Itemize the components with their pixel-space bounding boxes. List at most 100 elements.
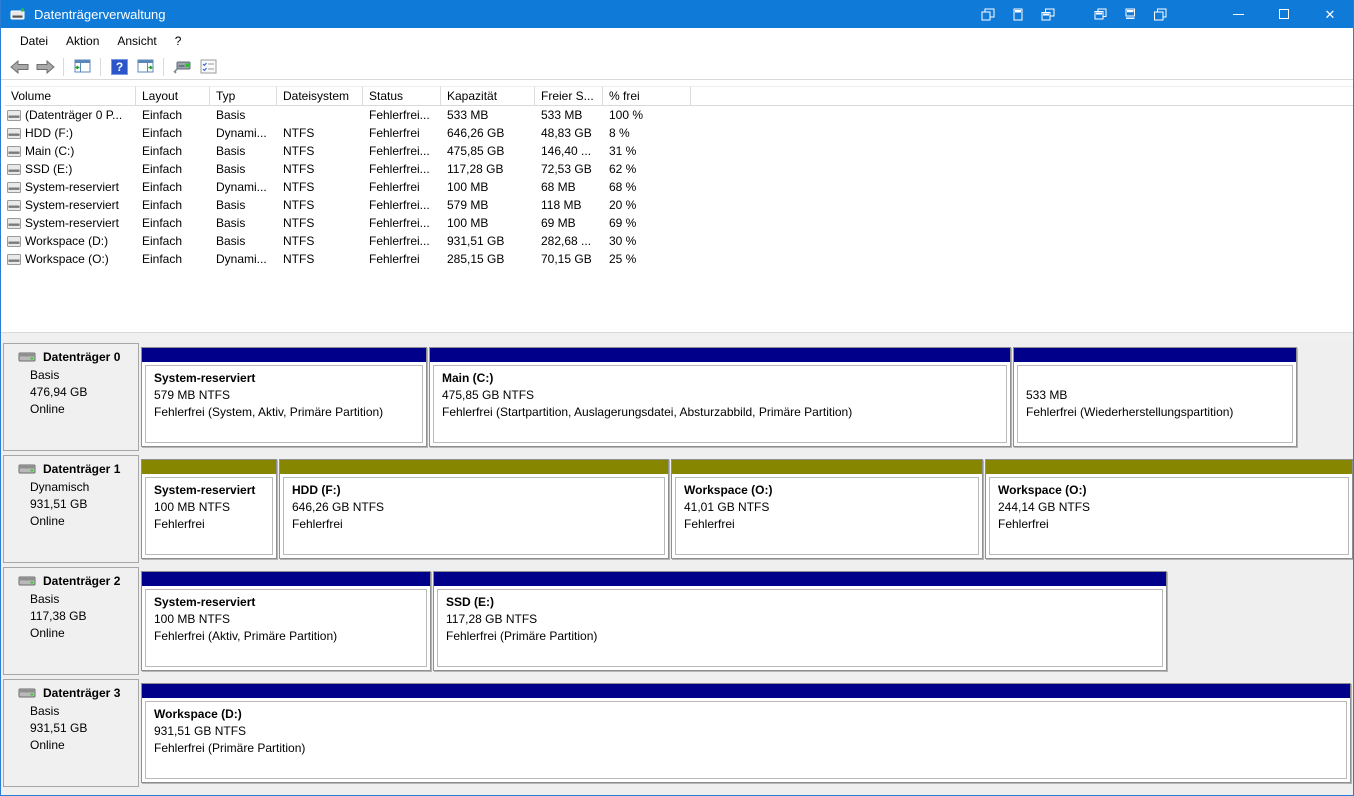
partition-system-reserviert[interactable]: System-reserviert 579 MB NTFS Fehlerfrei… bbox=[141, 347, 427, 447]
mmc-tile-horizontal-icon[interactable] bbox=[1033, 0, 1063, 28]
cell-typ: Dynami... bbox=[216, 252, 267, 266]
properties-icon[interactable] bbox=[170, 56, 194, 78]
cell-layout: Einfach bbox=[142, 198, 183, 212]
table-row[interactable]: Main (C:) Einfach Basis NTFS Fehlerfrei.… bbox=[5, 142, 1353, 160]
cell-volume: System-reserviert bbox=[25, 216, 120, 230]
partition-workspace-o-2[interactable]: Workspace (O:) 244,14 GB NTFS Fehlerfrei bbox=[985, 459, 1353, 559]
partition-workspace-d[interactable]: Workspace (D:) 931,51 GB NTFS Fehlerfrei… bbox=[141, 683, 1351, 783]
partition-color-bar bbox=[142, 572, 430, 586]
volume-icon bbox=[7, 127, 21, 139]
cell-status: Fehlerfrei bbox=[369, 126, 420, 140]
partition-color-bar bbox=[1014, 348, 1296, 362]
cell-dateisystem: NTFS bbox=[283, 198, 315, 212]
partition-color-bar bbox=[142, 348, 426, 362]
table-row[interactable]: Workspace (D:) Einfach Basis NTFS Fehler… bbox=[5, 232, 1353, 250]
disk-0-info[interactable]: Datenträger 0 Basis 476,94 GB Online bbox=[3, 343, 139, 451]
cell-status: Fehlerfrei... bbox=[369, 234, 430, 248]
cell-frei-pct: 25 % bbox=[609, 252, 637, 266]
table-row[interactable]: System-reserviert Einfach Dynami... NTFS… bbox=[5, 178, 1353, 196]
cell-layout: Einfach bbox=[142, 126, 183, 140]
partition-color-bar bbox=[142, 684, 1350, 698]
table-row[interactable]: (Datenträger 0 P... Einfach Basis Fehler… bbox=[5, 106, 1353, 124]
column-header-freier-speicher[interactable]: Freier S... bbox=[535, 86, 603, 105]
table-row[interactable]: Workspace (O:) Einfach Dynami... NTFS Fe… bbox=[5, 250, 1353, 268]
cell-frei-pct: 20 % bbox=[609, 198, 637, 212]
partition-main-c[interactable]: Main (C:) 475,85 GB NTFS Fehlerfrei (Sta… bbox=[429, 347, 1011, 447]
disk-row-3: Datenträger 3 Basis 931,51 GB Online Wor… bbox=[3, 679, 1353, 787]
cell-dateisystem: NTFS bbox=[283, 162, 315, 176]
cell-typ: Basis bbox=[216, 216, 246, 230]
column-header-layout[interactable]: Layout bbox=[136, 86, 210, 105]
partition-system-reserviert[interactable]: System-reserviert 100 MB NTFS Fehlerfrei bbox=[141, 459, 277, 559]
table-row[interactable]: System-reserviert Einfach Basis NTFS Feh… bbox=[5, 196, 1353, 214]
cell-kapazitaet: 285,15 GB bbox=[447, 252, 505, 266]
partition-system-reserviert[interactable]: System-reserviert 100 MB NTFS Fehlerfrei… bbox=[141, 571, 431, 671]
minimize-button[interactable] bbox=[1215, 0, 1261, 28]
mmc-minimize-windows-icon[interactable] bbox=[1115, 0, 1145, 28]
cell-layout: Einfach bbox=[142, 252, 183, 266]
mmc-cascade-icon[interactable] bbox=[973, 0, 1003, 28]
disk-3-info[interactable]: Datenträger 3 Basis 931,51 GB Online bbox=[3, 679, 139, 787]
disk-name: Datenträger 1 bbox=[43, 462, 121, 476]
cell-dateisystem: NTFS bbox=[283, 252, 315, 266]
table-row[interactable]: System-reserviert Einfach Basis NTFS Feh… bbox=[5, 214, 1353, 232]
disk-type: Basis bbox=[30, 368, 60, 382]
menu-hilfe[interactable]: ? bbox=[166, 30, 191, 52]
table-row[interactable]: HDD (F:) Einfach Dynami... NTFS Fehlerfr… bbox=[5, 124, 1353, 142]
menu-datei[interactable]: Datei bbox=[11, 30, 57, 52]
menu-aktion[interactable]: Aktion bbox=[57, 30, 108, 52]
disk-1-info[interactable]: Datenträger 1 Dynamisch 931,51 GB Online bbox=[3, 455, 139, 563]
cell-kapazitaet: 533 MB bbox=[447, 108, 489, 122]
cell-typ: Basis bbox=[216, 108, 246, 122]
column-header-dateisystem[interactable]: Dateisystem bbox=[277, 86, 363, 105]
mmc-tile-vertical-icon[interactable] bbox=[1003, 0, 1033, 28]
menu-ansicht[interactable]: Ansicht bbox=[108, 30, 165, 52]
cell-status: Fehlerfrei... bbox=[369, 144, 430, 158]
cell-typ: Basis bbox=[216, 144, 246, 158]
mmc-new-window-icon[interactable] bbox=[1145, 0, 1175, 28]
cell-layout: Einfach bbox=[142, 180, 183, 194]
volume-table-header: Volume Layout Typ Dateisystem Status Kap… bbox=[5, 86, 1353, 106]
maximize-button[interactable] bbox=[1261, 0, 1307, 28]
action-pane-icon[interactable] bbox=[133, 56, 157, 78]
disk-icon bbox=[18, 688, 36, 698]
cell-frei-pct: 68 % bbox=[609, 180, 637, 194]
checklist-icon[interactable] bbox=[196, 56, 220, 78]
partition-ssd-e[interactable]: SSD (E:) 117,28 GB NTFS Fehlerfrei (Prim… bbox=[433, 571, 1167, 671]
column-header-status[interactable]: Status bbox=[363, 86, 441, 105]
column-header-typ[interactable]: Typ bbox=[210, 86, 277, 105]
svg-text:?: ? bbox=[115, 60, 122, 74]
cell-layout: Einfach bbox=[142, 144, 183, 158]
cell-status: Fehlerfrei... bbox=[369, 108, 430, 122]
close-button[interactable]: ✕ bbox=[1307, 0, 1353, 28]
cell-volume: Main (C:) bbox=[25, 144, 75, 158]
disk-icon bbox=[18, 352, 36, 362]
disk-type: Dynamisch bbox=[30, 480, 90, 494]
partition-workspace-o-1[interactable]: Workspace (O:) 41,01 GB NTFS Fehlerfrei bbox=[671, 459, 983, 559]
titlebar: Datenträgerverwaltung ✕ bbox=[1, 0, 1353, 28]
column-header-kapazitaet[interactable]: Kapazität bbox=[441, 86, 535, 105]
disk-3-partitions: Workspace (D:) 931,51 GB NTFS Fehlerfrei… bbox=[141, 683, 1351, 783]
cell-kapazitaet: 475,85 GB bbox=[447, 144, 505, 158]
back-icon[interactable] bbox=[7, 56, 31, 78]
column-header-prozent-frei[interactable]: % frei bbox=[603, 86, 691, 105]
column-header-volume[interactable]: Volume bbox=[5, 86, 136, 105]
mmc-restore-windows-icon[interactable] bbox=[1085, 0, 1115, 28]
cell-layout: Einfach bbox=[142, 108, 183, 122]
cell-volume: System-reserviert bbox=[25, 198, 120, 212]
partition-recovery[interactable]: 533 MB Fehlerfrei (Wiederherstellungspar… bbox=[1013, 347, 1297, 447]
cell-dateisystem bbox=[277, 106, 363, 124]
console-tree-icon[interactable] bbox=[70, 56, 94, 78]
forward-icon[interactable] bbox=[33, 56, 57, 78]
volume-list-pane: Volume Layout Typ Dateisystem Status Kap… bbox=[1, 80, 1353, 332]
cell-freier: 282,68 ... bbox=[541, 234, 592, 248]
window-title: Datenträgerverwaltung bbox=[34, 6, 166, 22]
partition-hdd-f[interactable]: HDD (F:) 646,26 GB NTFS Fehlerfrei bbox=[279, 459, 669, 559]
partition-color-bar bbox=[430, 348, 1010, 362]
graphical-view-pane: Datenträger 0 Basis 476,94 GB Online Sys… bbox=[1, 341, 1353, 795]
help-icon[interactable]: ? bbox=[107, 56, 131, 78]
pane-splitter[interactable] bbox=[1, 332, 1353, 341]
disk-2-info[interactable]: Datenträger 2 Basis 117,38 GB Online bbox=[3, 567, 139, 675]
table-row[interactable]: SSD (E:) Einfach Basis NTFS Fehlerfrei..… bbox=[5, 160, 1353, 178]
disk-size: 931,51 GB bbox=[30, 721, 88, 735]
